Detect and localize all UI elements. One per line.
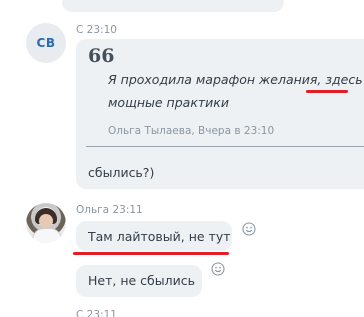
avatar-face [39,214,53,228]
quote-link[interactable]: здесь [325,72,362,87]
chat-thread: СВ С 23:10 66 Я проходила марафон желани… [0,0,364,317]
message-text: Там лайтовый, не тут [88,229,231,244]
divider [86,146,364,147]
quote-text-prefix: Я проходила марафон желания, [108,72,326,87]
avatar[interactable]: СВ [26,23,66,63]
message-text: Нет, не сбылись [88,273,195,288]
highlight-underline [306,90,348,93]
highlight-underline [73,252,229,255]
message-bubble[interactable]: Нет, не сбылись [76,265,202,297]
quote-meta: Ольга Тылаева, Вчера в 23:10 [108,125,275,137]
avatar-body [32,228,62,243]
smiley-icon[interactable] [211,262,225,276]
message-text: сбылись?) [88,165,155,180]
message-bubble[interactable]: 66 Я проходила марафон желания, здесь мо… [76,39,364,189]
smiley-icon[interactable] [242,222,256,236]
message-bubble[interactable]: Там лайтовый, не тут [76,221,232,251]
quote-mark-icon: 66 [88,45,115,67]
quote-text: Я проходила марафон желания, здесь [108,72,363,87]
avatar-initials: СВ [36,36,56,50]
sender-time: Ольга 23:11 [76,204,143,216]
sender-time: С 23:11 [76,309,117,317]
sender-time: С 23:10 [76,24,117,36]
previous-message-bubble[interactable] [62,0,284,12]
quote-text-continued: мощные практики [108,95,229,110]
avatar[interactable] [26,203,66,243]
